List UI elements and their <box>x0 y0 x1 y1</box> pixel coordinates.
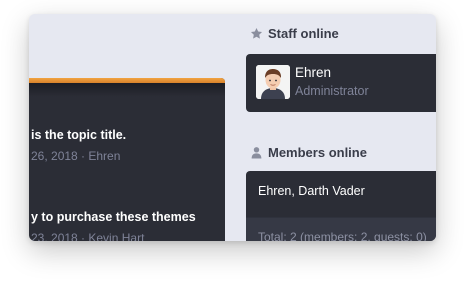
forum-window: is the topic title. 26, 2018 · Ehren y t… <box>29 14 436 241</box>
staff-member-name[interactable]: Ehren <box>295 65 331 80</box>
star-icon <box>250 27 263 40</box>
members-online-list[interactable]: Ehren, Darth Vader <box>258 184 365 198</box>
staff-online-title: Staff online <box>268 26 339 41</box>
accent-shadow <box>29 83 225 97</box>
thread-list-panel: is the topic title. 26, 2018 · Ehren y t… <box>29 78 225 241</box>
thread-title[interactable]: y to purchase these themes <box>31 209 196 225</box>
user-icon <box>250 146 263 159</box>
members-online-heading: Members online <box>250 145 367 160</box>
members-online-footer: Total: 2 (members: 2, guests: 0) <box>246 217 436 241</box>
thread-item[interactable]: y to purchase these themes 23, 2018 · Ke… <box>31 209 196 241</box>
staff-online-box: Ehren Administrator <box>246 54 436 112</box>
members-online-box: Ehren, Darth Vader Total: 2 (members: 2,… <box>246 171 436 241</box>
thread-title[interactable]: is the topic title. <box>31 127 126 143</box>
staff-member-role: Administrator <box>295 84 369 98</box>
members-online-total: Total: 2 (members: 2, guests: 0) <box>258 230 427 241</box>
staff-online-heading: Staff online <box>250 26 339 41</box>
thread-meta: 26, 2018 · Ehren <box>31 149 121 163</box>
avatar[interactable] <box>256 65 290 99</box>
thread-item[interactable]: is the topic title. 26, 2018 · Ehren <box>31 127 126 164</box>
members-online-title: Members online <box>268 145 367 160</box>
thread-meta: 23, 2018 · Kevin Hart <box>31 231 145 241</box>
